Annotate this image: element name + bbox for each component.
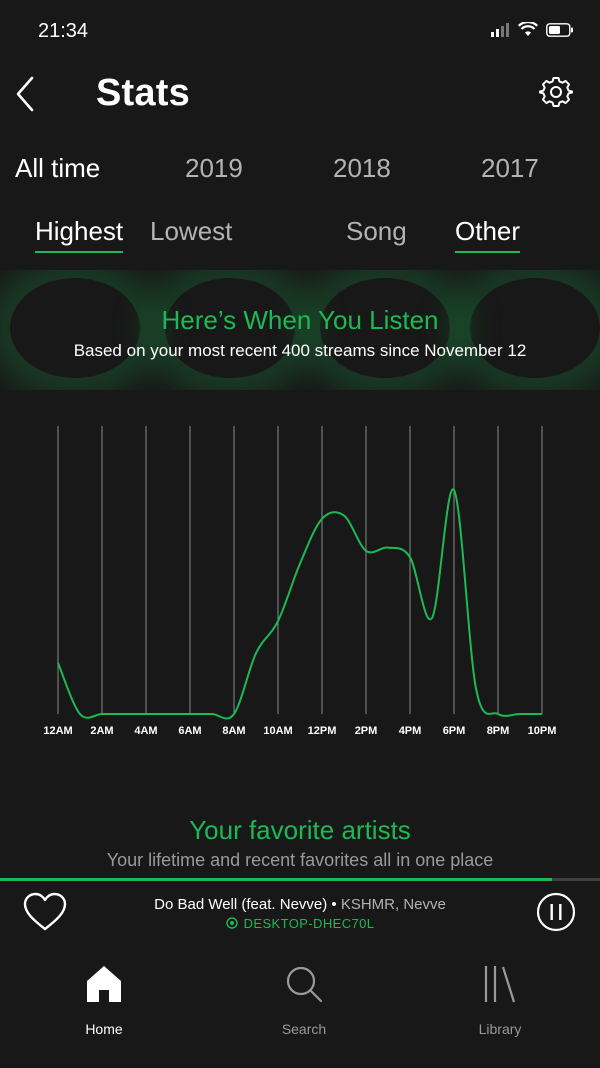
data-point-4PM	[409, 556, 411, 558]
tab-home-label: Home	[85, 1021, 123, 1037]
data-point-9PM	[519, 713, 521, 715]
back-chevron-icon[interactable]	[12, 74, 42, 114]
page-title: Stats	[96, 72, 190, 114]
status-icons	[490, 22, 574, 37]
battery-icon	[546, 22, 573, 37]
home-icon	[87, 966, 121, 1002]
data-point-6PM	[453, 489, 455, 491]
data-point-4AM	[145, 713, 147, 715]
pause-icon[interactable]	[536, 892, 576, 932]
data-point-3PM	[387, 546, 389, 548]
data-point-8AM	[233, 713, 235, 715]
data-point-8PM	[497, 713, 499, 715]
x-tick-label: 4AM	[134, 725, 157, 737]
track-info: Do Bad Well (feat. Nevve) • KSHMR, Nevve	[100, 896, 500, 913]
year-option-all-time[interactable]: All time	[15, 153, 100, 184]
heart-outline-icon[interactable]	[22, 890, 68, 936]
data-point-10PM	[541, 713, 543, 715]
x-tick-label: 4PM	[399, 725, 422, 737]
x-tick-label: 10AM	[263, 725, 292, 737]
tab-library[interactable]: Library	[440, 962, 560, 1037]
track-title: Do Bad Well (feat. Nevve)	[154, 896, 328, 913]
wifi-icon	[518, 22, 538, 36]
bottom-tab-bar: Home Search Library	[0, 950, 600, 1068]
header: Stats	[0, 62, 600, 126]
favorites-subtitle: Your lifetime and recent favorites all i…	[106, 850, 494, 870]
filter-highest[interactable]: Highest	[35, 216, 124, 253]
data-point-11AM	[299, 562, 301, 564]
data-point-10AM	[277, 620, 279, 622]
filter-other[interactable]: Other	[455, 216, 521, 253]
x-tick-label: 6PM	[443, 725, 466, 737]
tab-search-label: Search	[281, 1021, 327, 1037]
x-tick-label: 6AM	[178, 725, 201, 737]
tab-library-label: Library	[478, 1021, 522, 1037]
track-separator: •	[327, 896, 341, 913]
x-tick-label: 2AM	[90, 725, 113, 737]
year-option-2017[interactable]: 2017	[481, 153, 539, 184]
listen-section-subtitle: Based on your most recent 400 streams si…	[73, 341, 527, 360]
device-name: DESKTOP-DHEC70L	[243, 916, 375, 931]
now-playing-bar[interactable]: Do Bad Well (feat. Nevve) • KSHMR, Nevve…	[0, 878, 600, 950]
data-point-5AM	[167, 713, 169, 715]
x-tick-label: 12AM	[43, 725, 72, 737]
year-option-2019[interactable]: 2019	[185, 153, 243, 184]
playback-progress	[0, 878, 600, 881]
x-tick-label: 12PM	[308, 725, 337, 737]
data-point-7PM	[475, 687, 477, 689]
year-selector: All time 2019 2018 2017	[0, 150, 600, 190]
tab-search[interactable]: Search	[244, 962, 364, 1037]
data-point-12PM	[321, 518, 323, 520]
listening-time-chart: 12AM 2AM 4AM 6AM 8AM 10AM 12PM 2PM 4PM 6PM 8PM 10PM	[43, 426, 557, 737]
filter-tabs: Highest Lowest Song Other	[0, 210, 600, 260]
device-info[interactable]: DESKTOP-DHEC70L	[100, 916, 500, 931]
data-point-1AM	[79, 713, 81, 715]
data-point-1PM	[343, 514, 345, 516]
favorites-title: Your favorite artists	[189, 815, 411, 845]
x-tick-label: 2PM	[355, 725, 378, 737]
data-point-3AM	[123, 713, 125, 715]
gear-icon[interactable]	[538, 74, 574, 110]
x-tick-label: 10PM	[528, 725, 557, 737]
status-time: 21:34	[38, 20, 89, 42]
year-option-2018[interactable]: 2018	[333, 153, 391, 184]
filter-song[interactable]: Song	[346, 216, 407, 251]
playback-progress-fill	[0, 878, 552, 881]
data-point-7AM	[211, 713, 213, 715]
data-point-9AM	[255, 652, 257, 654]
series-line-listens	[57, 488, 542, 720]
tab-home[interactable]: Home	[44, 962, 164, 1037]
data-point-5PM	[431, 617, 433, 619]
data-point-2PM	[365, 550, 367, 552]
signal-icon	[491, 22, 509, 37]
track-artists: KSHMR, Nevve	[340, 896, 446, 913]
library-icon	[484, 966, 516, 1003]
search-icon	[286, 966, 323, 1003]
status-bar: 21:34	[0, 0, 600, 60]
speaker-icon	[225, 917, 238, 929]
listen-section-title: Here’s When You Listen	[161, 305, 439, 335]
data-point-12AM	[57, 662, 59, 664]
x-tick-label: 8PM	[487, 725, 510, 737]
data-point-6AM	[189, 713, 191, 715]
x-tick-label: 8AM	[222, 725, 245, 737]
data-point-2AM	[101, 713, 103, 715]
filter-lowest[interactable]: Lowest	[150, 216, 232, 251]
